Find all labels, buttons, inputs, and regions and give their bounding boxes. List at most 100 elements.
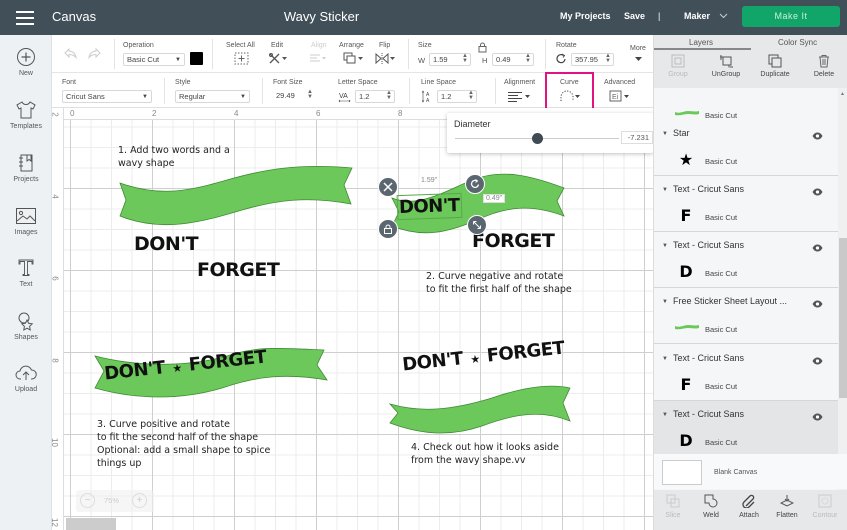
- sidebar-item-projects[interactable]: Projects: [0, 153, 52, 183]
- height-value: 0.49: [496, 55, 511, 64]
- text-forget[interactable]: FORGET: [197, 259, 280, 281]
- select-all-icon[interactable]: [234, 52, 249, 65]
- rotate-input[interactable]: 357.95 ▲ ▼: [571, 53, 614, 66]
- layer-row[interactable]: ▼ Star ★ Basic Cut: [654, 120, 838, 176]
- height-input[interactable]: 0.49 ▲ ▼: [492, 53, 534, 66]
- layer-name[interactable]: ▼ Text - Cricut Sans: [662, 353, 744, 363]
- design-canvas[interactable]: 0 2 4 6 8 2 4 6 8 10 12 1. Add two words…: [52, 108, 653, 530]
- expand-triangle-icon[interactable]: ▼: [662, 131, 668, 137]
- stepper-icon[interactable]: ▲ ▼: [307, 89, 313, 100]
- layer-row[interactable]: ▼ Free Sticker Sheet Layout ... Basic Cut: [654, 288, 838, 344]
- layer-name[interactable]: ▼ Text - Cricut Sans: [662, 184, 744, 194]
- sidebar-item-images[interactable]: Images: [0, 206, 52, 236]
- layer-name[interactable]: ▼ Star: [662, 128, 689, 138]
- layer-row[interactable]: ▼ Text - Cricut Sans D Basic Cut: [654, 401, 838, 457]
- expand-triangle-icon[interactable]: ▼: [662, 299, 668, 305]
- machine-selector[interactable]: Maker: [684, 11, 728, 21]
- flatten-button[interactable]: Flatten: [768, 494, 806, 519]
- wavy-banner-shape[interactable]: [388, 385, 571, 434]
- attach-button[interactable]: Attach: [730, 494, 768, 519]
- text-align-icon[interactable]: [507, 91, 531, 102]
- edit-tools-icon[interactable]: [268, 52, 288, 65]
- visibility-eye-icon[interactable]: [812, 127, 823, 145]
- layer-row[interactable]: ▼ Text - Cricut Sans D Basic Cut: [654, 232, 838, 288]
- scrollbar-thumb[interactable]: [839, 238, 847, 398]
- delete-handle[interactable]: [378, 177, 398, 197]
- expand-triangle-icon[interactable]: ▼: [662, 187, 668, 193]
- arrange-icon[interactable]: [343, 52, 365, 65]
- more-label[interactable]: More: [630, 45, 646, 52]
- sidebar-item-new[interactable]: New: [0, 47, 52, 77]
- layer-row[interactable]: ▼ Text - Cricut Sans F Basic Cut: [654, 345, 838, 401]
- visibility-eye-icon[interactable]: [812, 295, 823, 313]
- make-it-button[interactable]: Make It: [742, 6, 840, 27]
- layer-row[interactable]: ▼ Text - Cricut Sans F Basic Cut: [654, 176, 838, 232]
- operation-select[interactable]: Basic Cut ▼: [123, 53, 185, 66]
- contour-button[interactable]: Contour: [806, 494, 844, 519]
- letter-space-input[interactable]: 1.2 ▲ ▼: [355, 90, 395, 103]
- sidebar-item-shapes[interactable]: Shapes: [0, 311, 52, 341]
- wavy-banner-shape[interactable]: [119, 165, 353, 226]
- advanced-icon[interactable]: Ei: [609, 90, 631, 102]
- style-select[interactable]: Regular ▼: [175, 90, 250, 103]
- tab-layers[interactable]: Layers: [689, 38, 713, 47]
- lock-ratio-icon[interactable]: [478, 42, 487, 53]
- sidebar-item-templates[interactable]: Templates: [0, 100, 52, 130]
- sidebar-item-upload[interactable]: Upload: [0, 363, 52, 393]
- blank-canvas-row[interactable]: Blank Canvas: [654, 454, 847, 489]
- zoom-level: 75%: [104, 496, 120, 505]
- font-size-input[interactable]: 29.49 ▲ ▼: [273, 89, 315, 103]
- expand-triangle-icon[interactable]: ▼: [662, 243, 668, 249]
- zoom-in-button[interactable]: +: [132, 493, 147, 508]
- expand-triangle-icon[interactable]: ▼: [662, 356, 668, 362]
- visibility-eye-icon[interactable]: [812, 408, 823, 426]
- operation-color-swatch[interactable]: [190, 52, 203, 65]
- more-dropdown-icon[interactable]: [635, 57, 642, 62]
- stepper-icon[interactable]: ▲ ▼: [525, 53, 531, 64]
- font-select[interactable]: Cricut Sans ▼: [62, 90, 152, 103]
- duplicate-button[interactable]: Duplicate: [751, 52, 799, 78]
- tab-color-sync[interactable]: Color Sync: [778, 38, 817, 47]
- align-icon[interactable]: [309, 53, 327, 64]
- visibility-eye-icon[interactable]: [812, 239, 823, 257]
- blank-canvas-swatch[interactable]: [662, 460, 702, 485]
- text-dont[interactable]: DON'T: [134, 233, 199, 255]
- layers-scrollbar[interactable]: ▲ ▼: [838, 88, 847, 490]
- stepper-icon[interactable]: ▲ ▼: [605, 53, 611, 64]
- expand-triangle-icon[interactable]: ▼: [662, 412, 668, 418]
- resize-handle[interactable]: [467, 215, 487, 235]
- group-button[interactable]: Group: [654, 52, 702, 78]
- ungroup-button[interactable]: UnGroup: [702, 52, 750, 78]
- my-projects-link[interactable]: My Projects: [560, 11, 611, 21]
- save-link[interactable]: Save: [624, 11, 645, 21]
- style-value: Regular: [179, 92, 206, 101]
- text-dont-selected[interactable]: DON'T: [396, 192, 462, 221]
- layer-name[interactable]: ▼ Text - Cricut Sans: [662, 240, 744, 250]
- lock-handle[interactable]: [378, 219, 398, 239]
- line-space-input[interactable]: 1.2 ▲ ▼: [437, 90, 477, 103]
- undo-icon[interactable]: [64, 47, 78, 59]
- group-icon: [671, 54, 685, 68]
- text-forget[interactable]: FORGET: [472, 230, 555, 252]
- visibility-eye-icon[interactable]: [812, 183, 823, 201]
- delete-button[interactable]: Delete: [800, 52, 847, 78]
- zoom-out-button[interactable]: −: [80, 493, 95, 508]
- stepper-icon[interactable]: ▲ ▼: [462, 53, 468, 64]
- stepper-icon[interactable]: ▲ ▼: [468, 90, 474, 101]
- diameter-value[interactable]: -7.231: [621, 131, 653, 144]
- scroll-up-icon[interactable]: ▲: [840, 91, 845, 97]
- redo-icon[interactable]: [87, 47, 101, 59]
- sidebar-item-text[interactable]: Text: [0, 258, 52, 288]
- visibility-eye-icon[interactable]: [812, 352, 823, 370]
- horizontal-scrollbar[interactable]: [66, 518, 116, 530]
- width-input[interactable]: 1.59 ▲ ▼: [429, 53, 471, 66]
- layer-name[interactable]: ▼ Text - Cricut Sans: [662, 409, 744, 419]
- stepper-icon[interactable]: ▲ ▼: [386, 90, 392, 101]
- rotate-handle[interactable]: [465, 174, 485, 194]
- line-space-value: 1.2: [441, 92, 452, 101]
- weld-button[interactable]: Weld: [692, 494, 730, 519]
- slice-button[interactable]: Slice: [654, 494, 692, 519]
- layer-name[interactable]: ▼ Free Sticker Sheet Layout ...: [662, 296, 787, 306]
- flip-icon[interactable]: [375, 52, 397, 65]
- diameter-slider-knob[interactable]: [531, 133, 543, 144]
